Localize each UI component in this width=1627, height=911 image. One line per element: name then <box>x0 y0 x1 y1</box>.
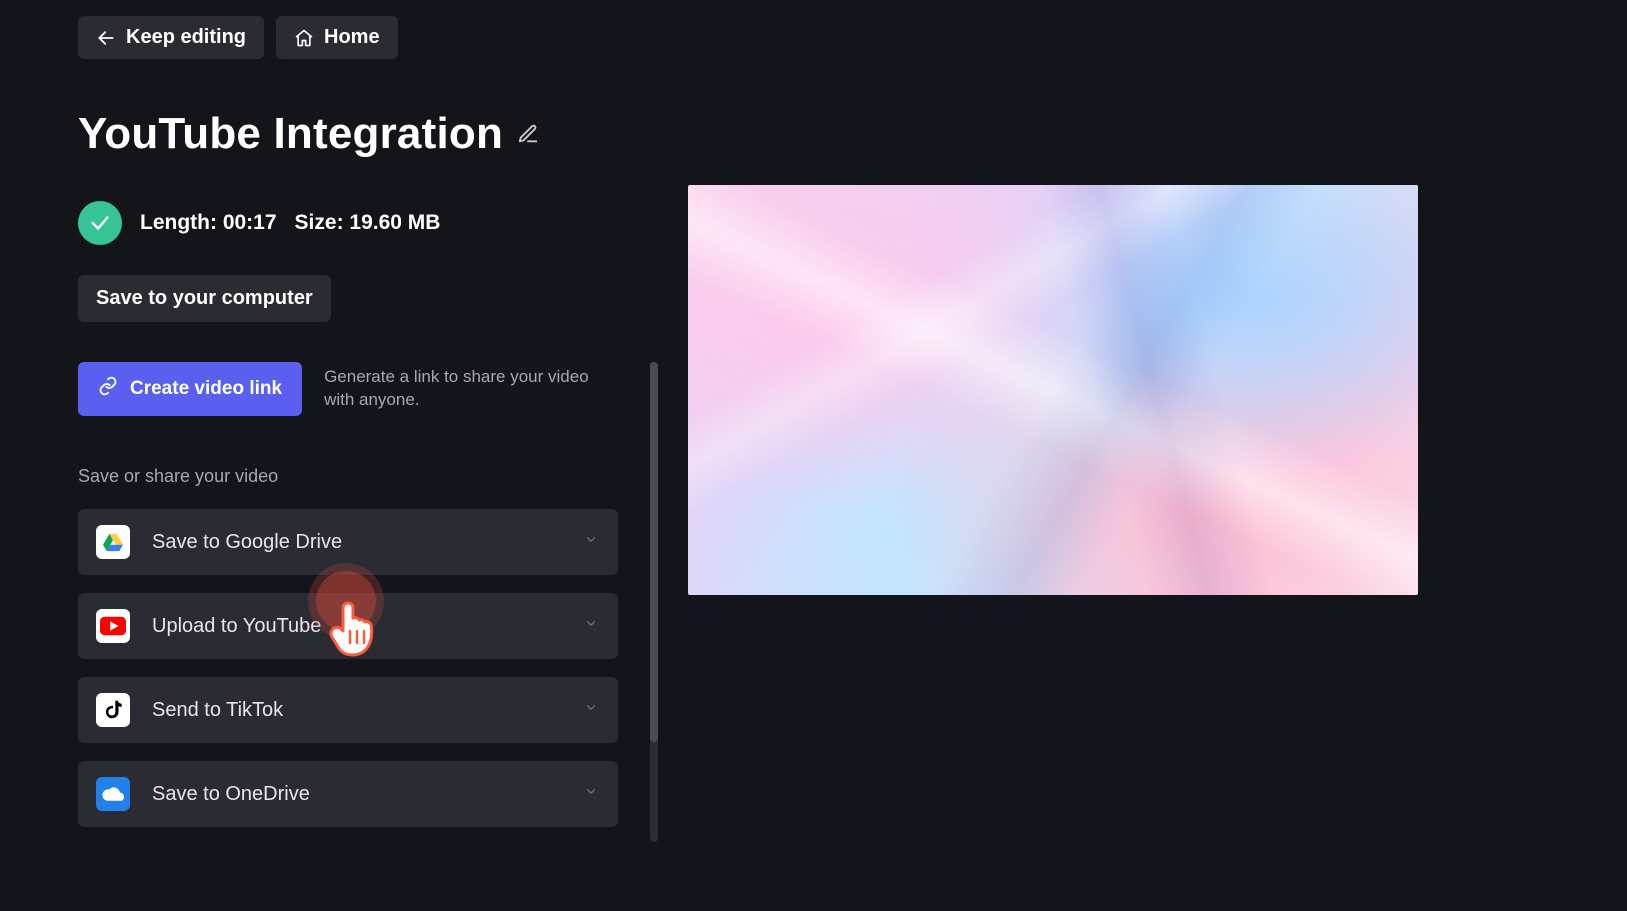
share-list: Save to Google Drive Upload to YouTube <box>78 509 618 827</box>
page-title: YouTube Integration <box>78 109 503 159</box>
save-to-computer-button[interactable]: Save to your computer <box>78 275 331 322</box>
link-icon <box>98 376 118 402</box>
youtube-icon <box>96 609 130 643</box>
share-item-label: Send to TikTok <box>152 699 283 722</box>
share-item-tiktok[interactable]: Send to TikTok <box>78 677 618 743</box>
share-item-google-drive[interactable]: Save to Google Drive <box>78 509 618 575</box>
length-label: Length: <box>140 211 217 234</box>
share-item-label: Upload to YouTube <box>152 615 321 638</box>
create-video-link-label: Create video link <box>130 378 282 400</box>
chevron-down-icon <box>584 785 598 804</box>
left-panel: Length: 00:17 Size: 19.60 MB Save to you… <box>78 201 618 827</box>
keep-editing-button[interactable]: Keep editing <box>78 16 264 59</box>
video-length: Length: 00:17 <box>140 211 277 235</box>
share-item-youtube[interactable]: Upload to YouTube <box>78 593 618 659</box>
scrollbar-thumb[interactable] <box>650 362 658 742</box>
share-item-label: Save to OneDrive <box>152 783 310 806</box>
video-size: Size: 19.60 MB <box>295 211 441 235</box>
create-video-link-description: Generate a link to share your video with… <box>324 366 604 412</box>
home-button[interactable]: Home <box>276 16 398 59</box>
top-bar: Keep editing Home <box>78 16 1567 59</box>
tiktok-icon <box>96 693 130 727</box>
title-row: YouTube Integration <box>78 109 1567 159</box>
chevron-down-icon <box>584 533 598 552</box>
size-value: 19.60 MB <box>349 211 440 234</box>
chevron-down-icon <box>584 617 598 636</box>
status-row: Length: 00:17 Size: 19.60 MB <box>78 201 618 245</box>
home-label: Home <box>324 26 380 49</box>
create-link-row: Create video link Generate a link to sha… <box>78 362 618 416</box>
arrow-left-icon <box>96 28 116 48</box>
length-value: 00:17 <box>223 211 277 234</box>
share-scroll-area: Create video link Generate a link to sha… <box>78 362 618 827</box>
home-icon <box>294 28 314 48</box>
video-preview[interactable] <box>688 185 1418 595</box>
share-item-label: Save to Google Drive <box>152 531 342 554</box>
chevron-down-icon <box>584 701 598 720</box>
share-section-label: Save or share your video <box>78 466 618 487</box>
share-item-onedrive[interactable]: Save to OneDrive <box>78 761 618 827</box>
onedrive-icon <box>96 777 130 811</box>
keep-editing-label: Keep editing <box>126 26 246 49</box>
right-panel <box>698 201 1567 827</box>
check-icon <box>78 201 122 245</box>
google-drive-icon <box>96 525 130 559</box>
create-video-link-button[interactable]: Create video link <box>78 362 302 416</box>
save-to-computer-label: Save to your computer <box>96 287 313 309</box>
size-label: Size: <box>295 211 344 234</box>
pencil-icon[interactable] <box>517 123 539 145</box>
